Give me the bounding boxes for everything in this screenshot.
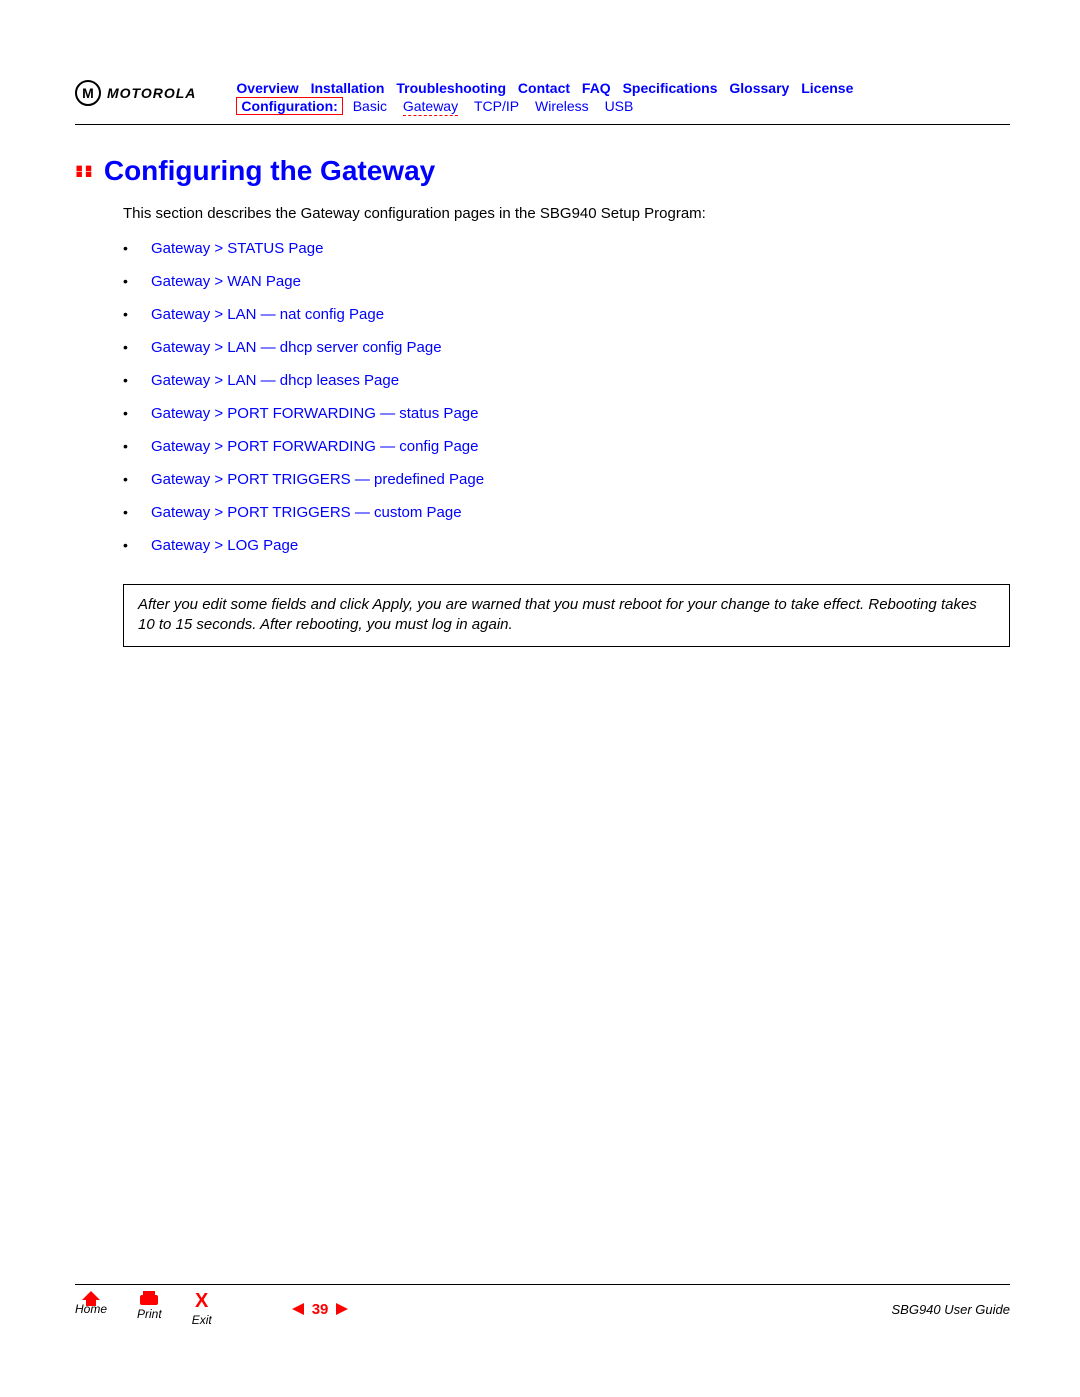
- nav-glossary[interactable]: Glossary: [729, 80, 789, 96]
- link-gateway-status[interactable]: Gateway > STATUS Page: [151, 240, 323, 257]
- print-button[interactable]: Print: [137, 1291, 162, 1321]
- reboot-note: After you edit some fields and click App…: [123, 584, 1010, 647]
- header-divider: [75, 124, 1010, 125]
- secondary-nav: Configuration: Basic Gateway TCP/IP Wire…: [236, 98, 1010, 114]
- page-navigator: 39: [292, 1301, 349, 1318]
- nav-contact[interactable]: Contact: [518, 80, 570, 96]
- subnav-gateway[interactable]: Gateway: [403, 98, 458, 116]
- nav-specifications[interactable]: Specifications: [623, 80, 718, 96]
- list-item: Gateway > PORT TRIGGERS — custom Page: [123, 504, 1010, 521]
- link-gateway-portfwd-config[interactable]: Gateway > PORT FORWARDING — config Page: [151, 438, 478, 455]
- page-title: Configuring the Gateway: [104, 155, 435, 187]
- subnav-basic[interactable]: Basic: [353, 98, 387, 114]
- nav-faq[interactable]: FAQ: [582, 80, 611, 96]
- link-gateway-lan-dhcp-server[interactable]: Gateway > LAN — dhcp server config Page: [151, 339, 442, 356]
- exit-label: Exit: [192, 1313, 212, 1327]
- list-item: Gateway > LAN — dhcp leases Page: [123, 372, 1010, 389]
- link-gateway-log[interactable]: Gateway > LOG Page: [151, 537, 298, 554]
- prev-page-button[interactable]: [292, 1303, 304, 1315]
- list-item: Gateway > WAN Page: [123, 273, 1010, 290]
- brand-logo: M MOTOROLA: [75, 80, 196, 106]
- list-item: Gateway > PORT FORWARDING — config Page: [123, 438, 1010, 455]
- print-icon: [140, 1295, 158, 1305]
- subnav-tcpip[interactable]: TCP/IP: [474, 98, 519, 114]
- document-title: SBG940 User Guide: [891, 1302, 1010, 1317]
- footer-divider: [75, 1284, 1010, 1285]
- page-links-list: Gateway > STATUS Page Gateway > WAN Page…: [123, 240, 1010, 554]
- list-item: Gateway > STATUS Page: [123, 240, 1010, 257]
- list-item: Gateway > LAN — dhcp server config Page: [123, 339, 1010, 356]
- page-number: 39: [312, 1301, 329, 1318]
- link-gateway-porttrig-predefined[interactable]: Gateway > PORT TRIGGERS — predefined Pag…: [151, 471, 484, 488]
- exit-icon: X: [192, 1291, 212, 1311]
- brand-name: MOTOROLA: [107, 85, 196, 101]
- nav-configuration-label: Configuration:: [236, 97, 342, 115]
- heading-marker-icon: ▪▪▪▪: [75, 165, 94, 177]
- link-gateway-wan[interactable]: Gateway > WAN Page: [151, 273, 301, 290]
- link-gateway-portfwd-status[interactable]: Gateway > PORT FORWARDING — status Page: [151, 405, 478, 422]
- link-gateway-porttrig-custom[interactable]: Gateway > PORT TRIGGERS — custom Page: [151, 504, 462, 521]
- link-gateway-lan-nat[interactable]: Gateway > LAN — nat config Page: [151, 306, 384, 323]
- exit-button[interactable]: X Exit: [192, 1291, 212, 1327]
- home-icon: [82, 1291, 100, 1300]
- list-item: Gateway > PORT TRIGGERS — predefined Pag…: [123, 471, 1010, 488]
- nav-installation[interactable]: Installation: [311, 80, 385, 96]
- nav-license[interactable]: License: [801, 80, 853, 96]
- primary-nav: Overview Installation Troubleshooting Co…: [236, 80, 1010, 96]
- print-label: Print: [137, 1307, 162, 1321]
- next-page-button[interactable]: [336, 1303, 348, 1315]
- subnav-wireless[interactable]: Wireless: [535, 98, 589, 114]
- list-item: Gateway > LAN — nat config Page: [123, 306, 1010, 323]
- subnav-usb[interactable]: USB: [605, 98, 634, 114]
- link-gateway-lan-dhcp-leases[interactable]: Gateway > LAN — dhcp leases Page: [151, 372, 399, 389]
- home-button[interactable]: Home: [75, 1291, 107, 1316]
- motorola-batwing-icon: M: [75, 80, 101, 106]
- intro-text: This section describes the Gateway confi…: [123, 205, 1010, 222]
- nav-overview[interactable]: Overview: [236, 80, 298, 96]
- nav-troubleshooting[interactable]: Troubleshooting: [396, 80, 506, 96]
- list-item: Gateway > LOG Page: [123, 537, 1010, 554]
- list-item: Gateway > PORT FORWARDING — status Page: [123, 405, 1010, 422]
